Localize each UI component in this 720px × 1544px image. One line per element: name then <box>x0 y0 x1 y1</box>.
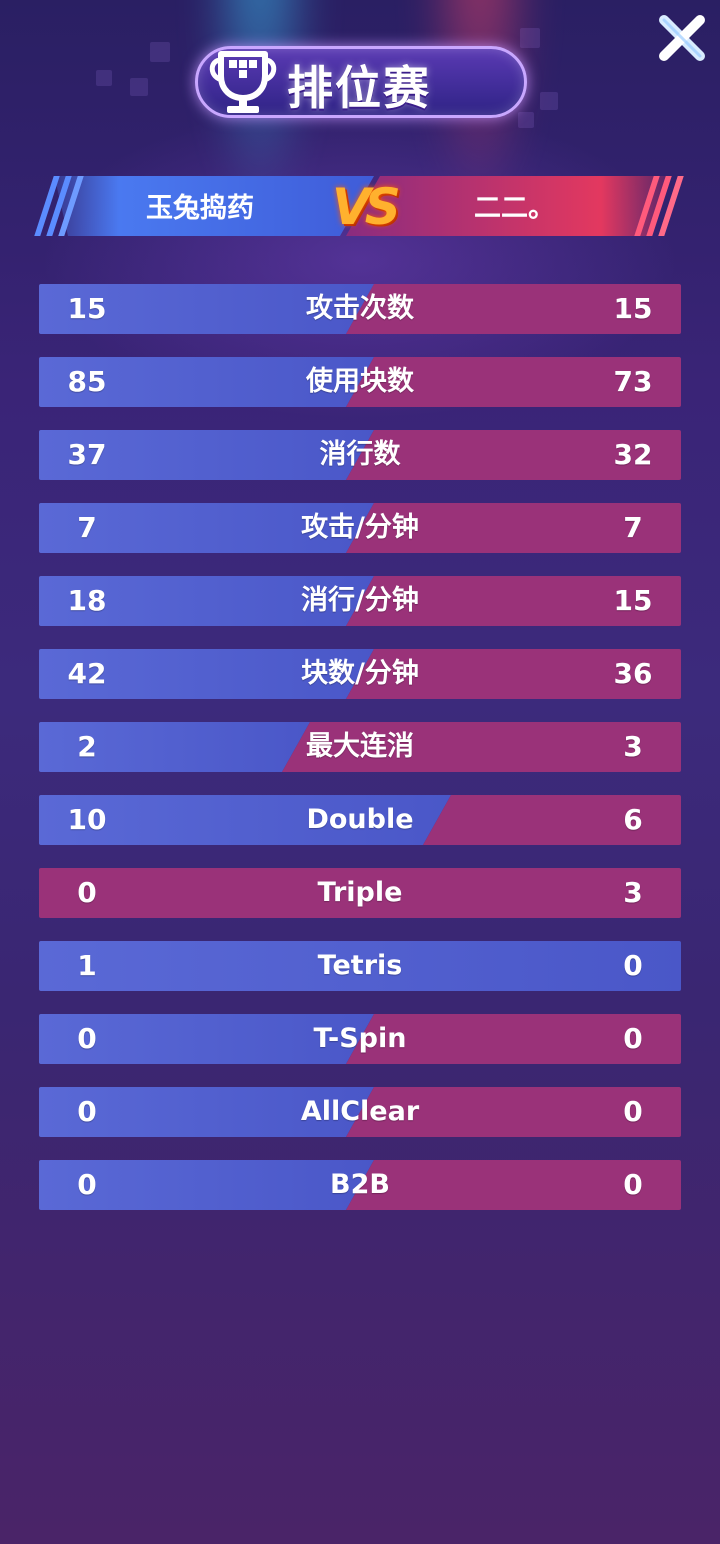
stat-right-value: 36 <box>613 657 653 690</box>
deco-square <box>150 42 170 62</box>
stat-right-value: 7 <box>623 511 643 544</box>
stat-right-value: 73 <box>613 365 653 398</box>
stat-right-value: 6 <box>623 803 643 836</box>
stat-label: AllClear <box>300 1096 420 1127</box>
title-banner: 排位赛 <box>195 46 527 118</box>
stat-row: 10 Double 6 <box>39 795 681 845</box>
stat-row: 1 Tetris 0 <box>39 941 681 991</box>
stat-right-value: 0 <box>623 949 643 982</box>
deco-square <box>540 92 558 110</box>
stat-row: 0 Triple 3 <box>39 868 681 918</box>
stat-row: 37 消行数 32 <box>39 430 681 480</box>
stat-row: 85 使用块数 73 <box>39 357 681 407</box>
close-button[interactable] <box>656 12 708 64</box>
stat-right-value: 3 <box>623 876 643 909</box>
stat-row: 0 AllClear 0 <box>39 1087 681 1137</box>
stat-label: Triple <box>317 877 403 908</box>
stat-label: Tetris <box>317 950 403 981</box>
stat-right-value: 32 <box>613 438 653 471</box>
stat-right-value: 15 <box>613 292 653 325</box>
stat-label: 攻击次数 <box>306 293 414 324</box>
versus-bar: 玉兔捣药 VS 二二。 <box>34 176 686 236</box>
stat-label: 最大连消 <box>306 731 414 762</box>
stats-list: 15 攻击次数 15 85 使用块数 73 37 消行数 32 7 攻击/分钟 7 18 消行/分钟 15 4… <box>39 284 681 1233</box>
stat-row: 18 消行/分钟 15 <box>39 576 681 626</box>
stat-row: 42 块数/分钟 36 <box>39 649 681 699</box>
deco-square <box>96 70 112 86</box>
stat-label: 攻击/分钟 <box>301 512 419 543</box>
close-icon <box>659 15 705 61</box>
stat-label: 使用块数 <box>306 366 414 397</box>
stat-label: Double <box>306 804 414 835</box>
trophy-icon <box>209 51 277 113</box>
stat-row: 0 T-Spin 0 <box>39 1014 681 1064</box>
page-title: 排位赛 <box>287 61 431 115</box>
stat-right-value: 0 <box>623 1168 643 1201</box>
stat-label: B2B <box>330 1169 390 1200</box>
stat-right-value: 15 <box>613 584 653 617</box>
player-right-name: 二二。 <box>474 193 555 224</box>
stat-row: 15 攻击次数 15 <box>39 284 681 334</box>
stat-row: 7 攻击/分钟 7 <box>39 503 681 553</box>
stat-right-value: 0 <box>623 1095 643 1128</box>
stat-row: 0 B2B 0 <box>39 1160 681 1210</box>
deco-square <box>520 28 540 48</box>
stat-label: 消行数 <box>319 439 401 470</box>
stat-label: 消行/分钟 <box>301 585 419 616</box>
stat-label: T-Spin <box>313 1023 407 1054</box>
stat-label: 块数/分钟 <box>301 658 419 689</box>
stat-right-value: 3 <box>623 730 643 763</box>
deco-square <box>130 78 148 96</box>
player-left-name: 玉兔捣药 <box>146 193 254 224</box>
stat-row: 2 最大连消 3 <box>39 722 681 772</box>
stat-right-value: 0 <box>623 1022 643 1055</box>
vs-logo: VS <box>332 178 401 236</box>
